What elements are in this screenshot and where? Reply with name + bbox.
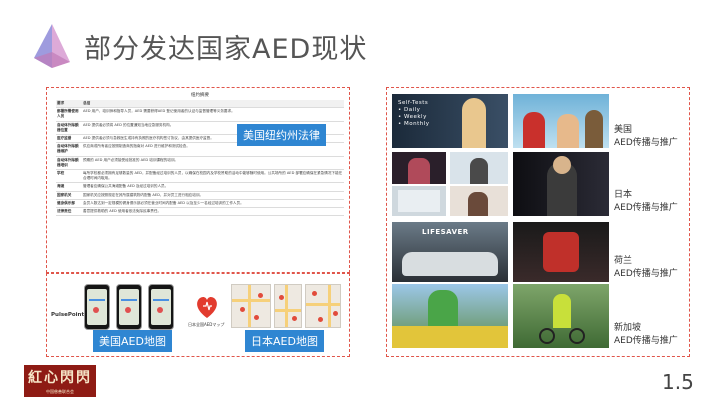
law-row-key: 自动体外除颤器位置 (56, 121, 82, 136)
law-row-key: 健身俱乐部 (56, 199, 82, 209)
law-document: 纽约摘要 要求 总结 部署所需使用人员 AED 用户、培训师和指导人员，AED 需要获… (56, 92, 344, 270)
us-aed-video-photo: Self-Tests • Daily • Weekly • Monthly (392, 94, 508, 148)
jp-photo (392, 152, 446, 184)
law-row-value: 管理者应确保公共海滩配备 AED 及经过培训的人员。 (82, 182, 344, 192)
country-label-netherlands: 荷兰 AED传播与推广 (614, 256, 678, 279)
law-row-key: 学校 (56, 169, 82, 184)
us-aed-map-label: 美国AED地图 (93, 330, 172, 352)
law-table-row: 海滩 管理者应确保公共海滩配备 AED 及经过培训的人员。 (56, 182, 344, 192)
country-label-japan: 日本 AED传播与推广 (614, 190, 678, 213)
sg-cyclist-photo (513, 284, 609, 348)
law-row-key: 自动体外除颤器维护 (56, 142, 82, 157)
law-row-value: AED 用户、培训师和指导人员，AED 需要获得AED 登记使用者的认证与监督管… (82, 107, 344, 122)
jp-photo (392, 186, 446, 216)
pulsepoint-brand: PulsePoint (51, 312, 85, 318)
nl-aed-device-photo (513, 222, 609, 282)
law-row-key: 海滩 (56, 182, 82, 192)
us-video-caption: Self-Tests • Daily • Weekly • Monthly (398, 100, 430, 127)
jp-aed-map-caption: 日本全国AEDマップ (188, 322, 225, 327)
brand-seal-logo: 紅心閃閃 中国慈善联合会 (24, 365, 96, 397)
jp-photo (450, 186, 508, 216)
law-row-value: 会员人数达到一定规模的健身俱乐部必须在营业时间内配备 AED 以及至少一名经过培… (82, 199, 344, 209)
jp-celebrity-photo (513, 152, 609, 216)
map-thumbnail (274, 284, 302, 328)
phone-screenshot (84, 284, 110, 330)
prism-logo-icon (34, 24, 70, 68)
law-row-value: 预期的 AED 用户必须接受经批准的 AED 培训课程的培训。 (82, 156, 344, 171)
country-label-singapore: 新加坡 AED传播与推广 (614, 323, 678, 346)
law-row-value: 总结 (82, 100, 344, 109)
slide-title: 部分发达国家AED现状 (84, 34, 368, 65)
law-row-value: 国家机关应按照规定在其所属建筑物内配备 AED，并对员工进行相应培训。 (82, 191, 344, 200)
law-row-key: 自动体外除颤器培训 (56, 156, 82, 171)
law-row-key: 医疗监督 (56, 134, 82, 144)
brand-name: 紅心閃閃 (28, 370, 92, 386)
map-thumbnail (305, 284, 341, 328)
jp-aed-map-label: 日本AED地图 (245, 330, 324, 352)
jp-photo (450, 152, 508, 184)
sg-taxi-photo (392, 284, 508, 348)
law-row-key: 法律责任 (56, 207, 82, 217)
aed-heart-icon (197, 296, 217, 318)
map-thumbnail (231, 284, 271, 328)
brand-tagline: 中国慈善联合会 (46, 389, 74, 394)
law-table-row: 学校 每所学校都必须拥有足够数量的 AED，并配备经过培训的人员，以确保在校园内及… (56, 169, 344, 184)
nl-car-photo: LIFESAVER (392, 222, 508, 282)
us-cartoon-photo (513, 94, 609, 148)
page-number: 1.5 (662, 370, 694, 394)
law-row-key: 部署所需使用人员 (56, 107, 82, 122)
law-table-row: 要求 总结 (56, 100, 344, 109)
phone-screenshot (148, 284, 174, 330)
law-row-value: 善意提供救助的 AED 使用者依法免除民事责任。 (82, 207, 344, 217)
law-table-row: 法律责任 善意提供救助的 AED 使用者依法免除民事责任。 (56, 207, 344, 217)
law-table: 要求 总结 部署所需使用人员 AED 用户、培训师和指导人员，AED 需要获得AED … (56, 100, 344, 217)
country-label-usa: 美国 AED传播与推广 (614, 125, 678, 148)
phone-screenshot (116, 284, 142, 330)
law-row-value: 每所学校都必须拥有足够数量的 AED，并配备经过培训的人员，以确保在校园内及学校… (82, 169, 344, 184)
nl-photo-caption: LIFESAVER (422, 228, 469, 236)
ny-law-label: 美国纽约州法律 (237, 124, 326, 146)
law-table-row: 国家机关 国家机关应按照规定在其所属建筑物内配备 AED，并对员工进行相应培训。 (56, 191, 344, 200)
law-table-row: 自动体外除颤器培训 预期的 AED 用户必须接受经批准的 AED 培训课程的培训。 (56, 156, 344, 171)
law-row-key: 国家机关 (56, 191, 82, 200)
law-row-key: 要求 (56, 100, 82, 109)
law-document-caption: 纽约摘要 (191, 93, 209, 98)
law-table-row: 健身俱乐部 会员人数达到一定规模的健身俱乐部必须在营业时间内配备 AED 以及至少… (56, 199, 344, 209)
law-table-row: 部署所需使用人员 AED 用户、培训师和指导人员，AED 需要获得AED 登记使用… (56, 107, 344, 122)
